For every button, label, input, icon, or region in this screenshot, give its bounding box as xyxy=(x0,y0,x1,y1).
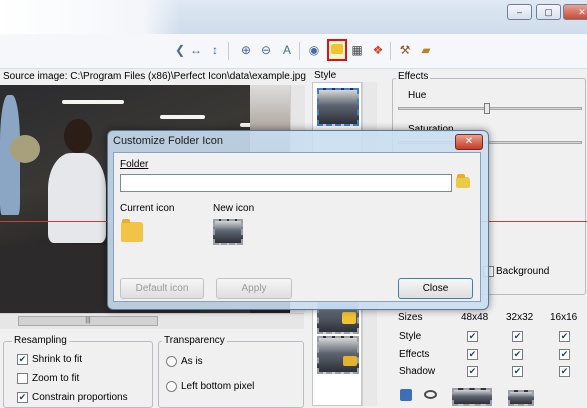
person-shirt xyxy=(48,153,106,243)
save-icon[interactable] xyxy=(400,389,412,401)
resampling-title: Resampling xyxy=(12,335,69,346)
main-title-bar: ‒ ▢ ✕ xyxy=(0,0,587,34)
as-is-radio[interactable] xyxy=(166,356,177,367)
ceiling-lamp xyxy=(160,115,205,119)
new-icon-label: New icon xyxy=(213,203,255,214)
book-icon[interactable]: ▰ xyxy=(418,42,434,58)
shadow-32-checkbox[interactable]: ✔ xyxy=(512,366,523,377)
zoom-to-fit-checkbox[interactable] xyxy=(17,373,28,384)
transparency-title: Transparency xyxy=(162,335,227,346)
style-16-checkbox[interactable]: ✔ xyxy=(559,331,570,342)
current-icon-label: Current icon xyxy=(120,203,175,214)
effects-32-checkbox[interactable]: ✔ xyxy=(512,349,523,360)
zoom-to-fit-label: Zoom to fit xyxy=(32,373,80,384)
hue-slider-track[interactable] xyxy=(398,107,582,110)
zoom-text-icon[interactable]: A xyxy=(279,42,295,58)
person-head xyxy=(64,119,92,153)
sizes-row-effects-label: Effects xyxy=(399,349,430,360)
hue-slider-knob[interactable] xyxy=(484,103,490,114)
person-hand xyxy=(10,135,40,163)
rotate-left-icon[interactable]: ❮ xyxy=(172,42,188,58)
default-icon-button[interactable]: Default icon xyxy=(120,278,204,299)
style-32-checkbox[interactable]: ✔ xyxy=(512,331,523,342)
preview-48-icon xyxy=(452,388,492,406)
browse-folder-icon[interactable] xyxy=(456,174,470,188)
shrink-to-fit-label: Shrink to fit xyxy=(32,354,83,365)
dialog-title: Customize Folder Icon xyxy=(113,135,224,147)
title-bar-blur xyxy=(0,0,180,34)
toolbar-separator xyxy=(299,42,300,60)
new-folder-icon xyxy=(213,219,243,245)
close-window-button[interactable]: ✕ xyxy=(563,4,587,20)
dialog-close-button[interactable]: ✕ xyxy=(455,134,483,150)
style-thumbnail[interactable] xyxy=(317,88,359,126)
favorite-folder-icon xyxy=(331,44,343,54)
favorite-folder-button[interactable] xyxy=(327,39,347,61)
left-bottom-pixel-radio[interactable] xyxy=(166,381,177,392)
effects-title: Effects xyxy=(396,71,431,82)
zoom-out-icon[interactable]: ⊖ xyxy=(258,42,274,58)
toolbar-separator xyxy=(228,42,229,60)
left-bottom-pixel-label: Left bottom pixel xyxy=(181,381,255,392)
shrink-to-fit-checkbox[interactable]: ✔ xyxy=(17,354,28,365)
preview-eye-icon[interactable] xyxy=(424,390,437,399)
effects-16-checkbox[interactable]: ✔ xyxy=(559,349,570,360)
ceiling-lamp xyxy=(62,100,124,104)
effects-48-checkbox[interactable]: ✔ xyxy=(467,349,478,360)
constrain-proportions-label: Constrain proportions xyxy=(32,392,128,403)
lock-icon xyxy=(342,312,356,324)
exe-icon[interactable]: ▦ xyxy=(349,42,365,58)
apply-button[interactable]: Apply xyxy=(216,278,292,299)
folder-path-input[interactable] xyxy=(120,174,452,192)
arrows-horizontal-icon[interactable]: ↔ xyxy=(188,42,204,58)
key-icon xyxy=(343,356,357,366)
sizes-label: Sizes xyxy=(398,312,423,323)
style-48-checkbox[interactable]: ✔ xyxy=(467,331,478,342)
shadow-48-checkbox[interactable]: ✔ xyxy=(467,366,478,377)
eye-icon[interactable]: ◉ xyxy=(306,42,322,58)
transparency-group xyxy=(158,341,304,408)
style-title: Style xyxy=(314,70,337,81)
background-label: Background xyxy=(496,266,550,277)
zoom-in-icon[interactable]: ⊕ xyxy=(238,42,254,58)
source-horizontal-scroll-thumb[interactable]: ||| xyxy=(18,316,158,326)
shadow-16-checkbox[interactable]: ✔ xyxy=(559,366,570,377)
tools-icon[interactable]: ⚒ xyxy=(397,42,413,58)
size-column-48: 48x48 xyxy=(461,312,489,323)
preview-32-icon xyxy=(508,390,534,406)
size-column-32: 32x32 xyxy=(506,312,534,323)
as-is-label: As is xyxy=(181,356,203,367)
sizes-row-shadow-label: Shadow xyxy=(399,366,436,377)
sizes-row-style-label: Style xyxy=(399,331,422,342)
minimize-button[interactable]: ‒ xyxy=(507,4,532,20)
folder-label: Folder xyxy=(120,159,149,170)
arrows-vertical-icon[interactable]: ↕ xyxy=(207,42,223,58)
hue-label: Hue xyxy=(408,90,427,101)
toolbar-separator xyxy=(390,42,391,60)
windows-icon[interactable]: ❖ xyxy=(370,42,386,58)
current-folder-icon xyxy=(121,219,143,242)
size-column-16: 16x16 xyxy=(550,312,578,323)
maximize-button[interactable]: ▢ xyxy=(536,4,561,20)
close-dialog-button[interactable]: Close xyxy=(398,278,473,299)
style-thumbnail[interactable] xyxy=(317,336,359,374)
constrain-proportions-checkbox[interactable]: ✔ xyxy=(17,392,28,403)
source-image-label: Source image: C:\Program Files (x86)\Per… xyxy=(3,71,306,82)
